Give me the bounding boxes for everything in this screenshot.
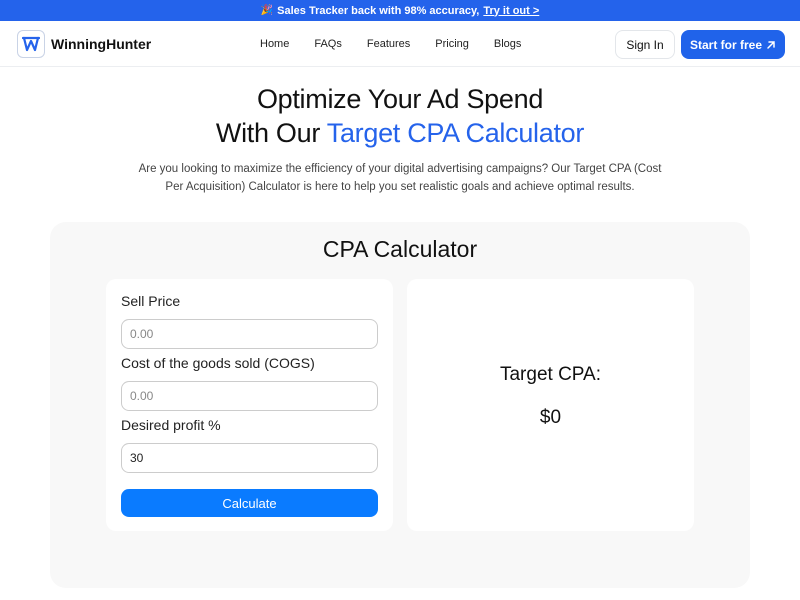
nav-link-blogs[interactable]: Blogs <box>494 38 522 50</box>
hero-line-1: Optimize Your Ad Spend <box>256 84 544 114</box>
nav-link-faqs[interactable]: FAQs <box>314 38 342 50</box>
desired-profit-label: Desired profit % <box>121 417 221 433</box>
sign-in-button[interactable]: Sign In <box>615 30 675 59</box>
desired-profit-input[interactable] <box>121 443 378 473</box>
target-cpa-value: $0 <box>539 407 562 428</box>
hero-section: Optimize Your Ad Spend With Our Target C… <box>0 82 800 196</box>
calculator-form: Sell Price Cost of the goods sold (COGS)… <box>106 279 393 531</box>
nav-links: Home FAQs Features Pricing Blogs <box>260 21 546 67</box>
top-nav: WinningHunter Home FAQs Features Pricing… <box>0 21 800 67</box>
sell-price-label: Sell Price <box>121 293 181 309</box>
hero-line-2-prefix: With Our <box>215 118 327 148</box>
logo-icon <box>17 30 45 58</box>
hero-description: Are you looking to maximize the efficien… <box>138 163 662 193</box>
start-for-free-button[interactable]: Start for free <box>681 30 785 59</box>
cpa-calculator-card: CPA Calculator Sell Price Cost of the go… <box>50 222 750 588</box>
arrow-up-right-icon <box>767 40 775 49</box>
brand-logo[interactable]: WinningHunter <box>17 30 151 58</box>
target-cpa-label: Target CPA: <box>499 364 602 385</box>
cogs-input[interactable] <box>121 381 378 411</box>
nav-link-features[interactable]: Features <box>367 38 410 50</box>
banner-link[interactable]: Try it out > <box>483 5 539 17</box>
nav-link-pricing[interactable]: Pricing <box>435 38 469 50</box>
cogs-label: Cost of the goods sold (COGS) <box>121 355 315 371</box>
banner-text: Sales Tracker back with 98% accuracy, <box>277 4 480 17</box>
nav-link-home[interactable]: Home <box>260 38 289 50</box>
party-icon: 🎉 <box>260 5 274 16</box>
brand-name: WinningHunter <box>51 36 152 52</box>
calculator-title: CPA Calculator <box>322 236 478 262</box>
hero-line-2-accent: Target CPA Calculator <box>326 118 585 148</box>
sell-price-input[interactable] <box>121 319 378 349</box>
start-label: Start for free <box>689 37 763 52</box>
announcement-banner: 🎉 Sales Tracker back with 98% accuracy, … <box>0 0 800 21</box>
hero-heading: Optimize Your Ad Spend With Our Target C… <box>0 82 800 150</box>
result-panel: Target CPA: $0 <box>407 279 694 531</box>
calculate-button[interactable]: Calculate <box>121 489 378 517</box>
